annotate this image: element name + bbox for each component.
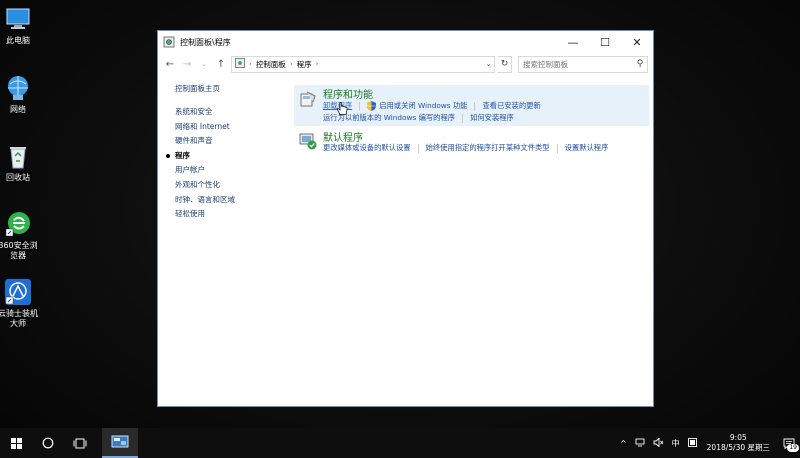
desktop-icon-label: 云骑士装机大师: [0, 309, 38, 328]
recycle-bin-icon: [4, 142, 32, 170]
up-arrow-icon[interactable]: ↑: [214, 56, 228, 72]
browser-icon: [4, 210, 32, 238]
breadcrumb-programs[interactable]: 程序: [297, 59, 312, 70]
task-view-button[interactable]: [64, 428, 96, 458]
clock-time: 9:05: [729, 433, 747, 442]
desktop-icon-label: 此电脑: [6, 36, 30, 45]
system-tray: ^ 中 9:05 2018/5/30 星期三 19: [616, 428, 800, 458]
input-method-indicator[interactable]: 中: [672, 438, 680, 449]
forward-arrow-icon[interactable]: →: [180, 56, 194, 72]
address-dropdown-icon[interactable]: ⌄: [482, 57, 494, 72]
recent-locations-chevron-icon[interactable]: ⌄: [197, 56, 211, 72]
windows-features-link[interactable]: 启用或关闭 Windows 功能: [379, 101, 467, 111]
taskbar-control-panel[interactable]: [102, 428, 138, 458]
desktop-icon-label: 网络: [10, 105, 26, 114]
breadcrumb-separator: ›: [289, 60, 293, 68]
title-bar[interactable]: 控制面板\程序 — ☐ ✕: [158, 31, 653, 53]
volume-muted-icon[interactable]: [653, 437, 664, 449]
desktop-icon-recycle-bin[interactable]: 回收站: [0, 142, 36, 183]
file-type-association-link[interactable]: 始终使用指定的程序打开某种文件类型: [426, 143, 550, 153]
nav-item-network-internet[interactable]: 网络和 Internet: [175, 120, 285, 135]
desktop-icon-this-pc[interactable]: 此电脑: [0, 5, 36, 46]
control-panel-icon: [163, 36, 175, 48]
control-panel-taskbar-icon: [111, 435, 129, 448]
nav-item-user-accounts[interactable]: 用户帐户: [175, 163, 285, 178]
close-button[interactable]: ✕: [621, 31, 653, 53]
search-input[interactable]: [523, 59, 633, 69]
default-programs-icon: [299, 132, 317, 150]
desktop-icon-yunqishi[interactable]: 云骑士装机大师: [0, 278, 38, 329]
notification-count-badge: 19: [787, 444, 799, 452]
default-programs-section: 默认程序 更改媒体或设备的默认设置 始终使用指定的程序打开某种文件类型 设置默认…: [294, 128, 649, 154]
maximize-button[interactable]: ☐: [589, 31, 621, 53]
control-panel-home-link[interactable]: 控制面板主页: [175, 83, 285, 94]
address-bar[interactable]: › 控制面板 › 程序 › ⌄: [231, 55, 495, 73]
desktop-icon-360-browser[interactable]: 360安全浏览器: [0, 210, 38, 261]
clock[interactable]: 9:05 2018/5/30 星期三: [707, 433, 770, 453]
defaults-links-row1: 更改媒体或设备的默认设置 始终使用指定的程序打开某种文件类型 设置默认程序: [323, 143, 608, 153]
window-title: 控制面板\程序: [180, 37, 231, 47]
network-status-icon[interactable]: [635, 438, 645, 449]
programs-features-title[interactable]: 程序和功能: [323, 86, 373, 101]
computer-icon: [4, 5, 32, 33]
installer-icon: [4, 278, 32, 306]
refresh-icon[interactable]: ↻: [498, 55, 512, 73]
how-to-install-link[interactable]: 如何安装程序: [470, 113, 514, 123]
desktop-icon-label: 360安全浏览器: [0, 241, 38, 260]
nav-item-ease-of-access[interactable]: 轻松使用: [175, 207, 285, 222]
programs-links-row1: 卸载程序 启用或关闭 Windows 功能 查看已安装的更新: [323, 101, 541, 111]
default-programs-title[interactable]: 默认程序: [323, 129, 363, 144]
breadcrumb-separator: ›: [315, 60, 319, 68]
cortana-search-button[interactable]: [32, 428, 64, 458]
desktop-icon-label: 回收站: [6, 173, 30, 182]
breadcrumb-control-panel[interactable]: 控制面板: [256, 59, 286, 70]
nav-item-clock-region[interactable]: 时钟、语言和区域: [175, 193, 285, 208]
programs-links-row2: 运行为以前版本的 Windows 编写的程序 如何安装程序: [323, 113, 514, 123]
control-panel-small-icon: [235, 58, 245, 70]
search-circle-icon: [42, 437, 54, 449]
nav-item-hardware-sound[interactable]: 硬件和声音: [175, 134, 285, 149]
set-default-programs-link[interactable]: 设置默认程序: [565, 143, 609, 153]
search-box[interactable]: ⚲: [518, 55, 648, 73]
action-center-button[interactable]: 19: [778, 428, 800, 458]
control-panel-window: 控制面板\程序 — ☐ ✕ ← → ⌄ ↑ › 控制面板 › 程序 › ⌄ ↻ …: [157, 30, 654, 407]
task-view-icon: [73, 438, 87, 448]
minimize-button[interactable]: —: [557, 31, 589, 53]
uac-shield-icon: [367, 101, 377, 111]
windows-logo-icon: [10, 437, 22, 449]
show-hidden-icons-chevron-icon[interactable]: ^: [620, 439, 627, 448]
network-icon: [4, 74, 32, 102]
installed-updates-link[interactable]: 查看已安装的更新: [482, 101, 540, 111]
left-nav: 控制面板主页 系统和安全 网络和 Internet 硬件和声音 程序 用户帐户 …: [166, 83, 285, 222]
hand-cursor-icon: [336, 101, 348, 115]
clock-date: 2018/5/30 星期三: [706, 443, 770, 452]
media-defaults-link[interactable]: 更改媒体或设备的默认设置: [323, 143, 411, 153]
search-icon[interactable]: ⚲: [633, 59, 647, 69]
back-arrow-icon[interactable]: ←: [163, 56, 177, 72]
breadcrumb-separator: ›: [249, 60, 252, 68]
programs-features-icon: [299, 90, 317, 108]
start-button[interactable]: [0, 428, 32, 458]
taskbar: ^ 中 9:05 2018/5/30 星期三 19: [0, 428, 800, 458]
navigation-row: ← → ⌄ ↑ › 控制面板 › 程序 › ⌄ ↻ ⚲: [158, 53, 653, 75]
language-bar-icon[interactable]: [687, 437, 697, 449]
nav-item-system-security[interactable]: 系统和安全: [175, 105, 285, 120]
nav-item-programs[interactable]: 程序: [166, 149, 285, 164]
desktop-icon-network[interactable]: 网络: [0, 74, 36, 115]
nav-item-appearance[interactable]: 外观和个性化: [175, 178, 285, 193]
